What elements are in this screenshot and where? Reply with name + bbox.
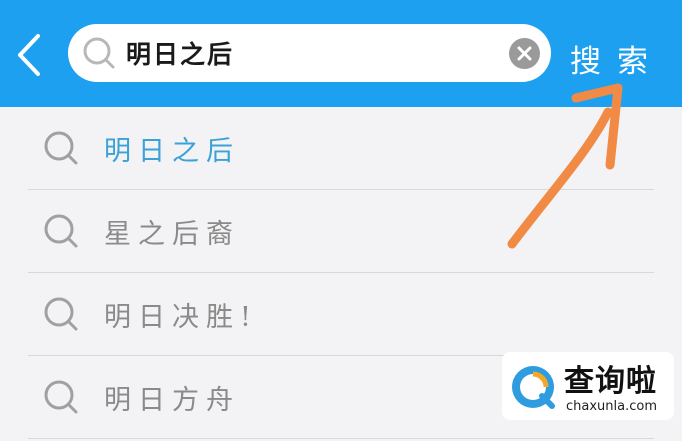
clear-button[interactable]	[509, 38, 540, 69]
suggestion-item[interactable]: 明日之后	[28, 107, 654, 190]
suggestion-text: 明日方舟	[104, 385, 240, 416]
watermark-logo-icon	[512, 366, 555, 409]
search-icon	[44, 131, 78, 165]
suggestion-item[interactable]: 星之后裔	[28, 190, 654, 273]
suggestion-text: 明日决胜!	[104, 302, 258, 333]
search-icon	[44, 380, 78, 414]
search-icon	[83, 37, 115, 69]
suggestion-text: 明日之后	[104, 136, 240, 167]
suggestion-text: 星之后裔	[104, 219, 240, 250]
back-button[interactable]	[8, 30, 52, 80]
search-box[interactable]	[68, 24, 551, 82]
watermark-title: 查询啦	[564, 364, 657, 399]
search-icon	[44, 214, 78, 248]
search-action-button[interactable]: 搜索	[570, 36, 664, 81]
suggestion-item[interactable]: 明日决胜!	[28, 273, 654, 356]
top-bar: 搜索	[0, 0, 682, 107]
search-input[interactable]	[126, 32, 496, 74]
watermark: 查询啦 chaxunla.com	[502, 352, 674, 420]
chevron-left-icon	[18, 34, 40, 76]
watermark-url: chaxunla.com	[566, 399, 657, 414]
search-icon	[44, 297, 78, 331]
clear-icon	[517, 46, 532, 61]
